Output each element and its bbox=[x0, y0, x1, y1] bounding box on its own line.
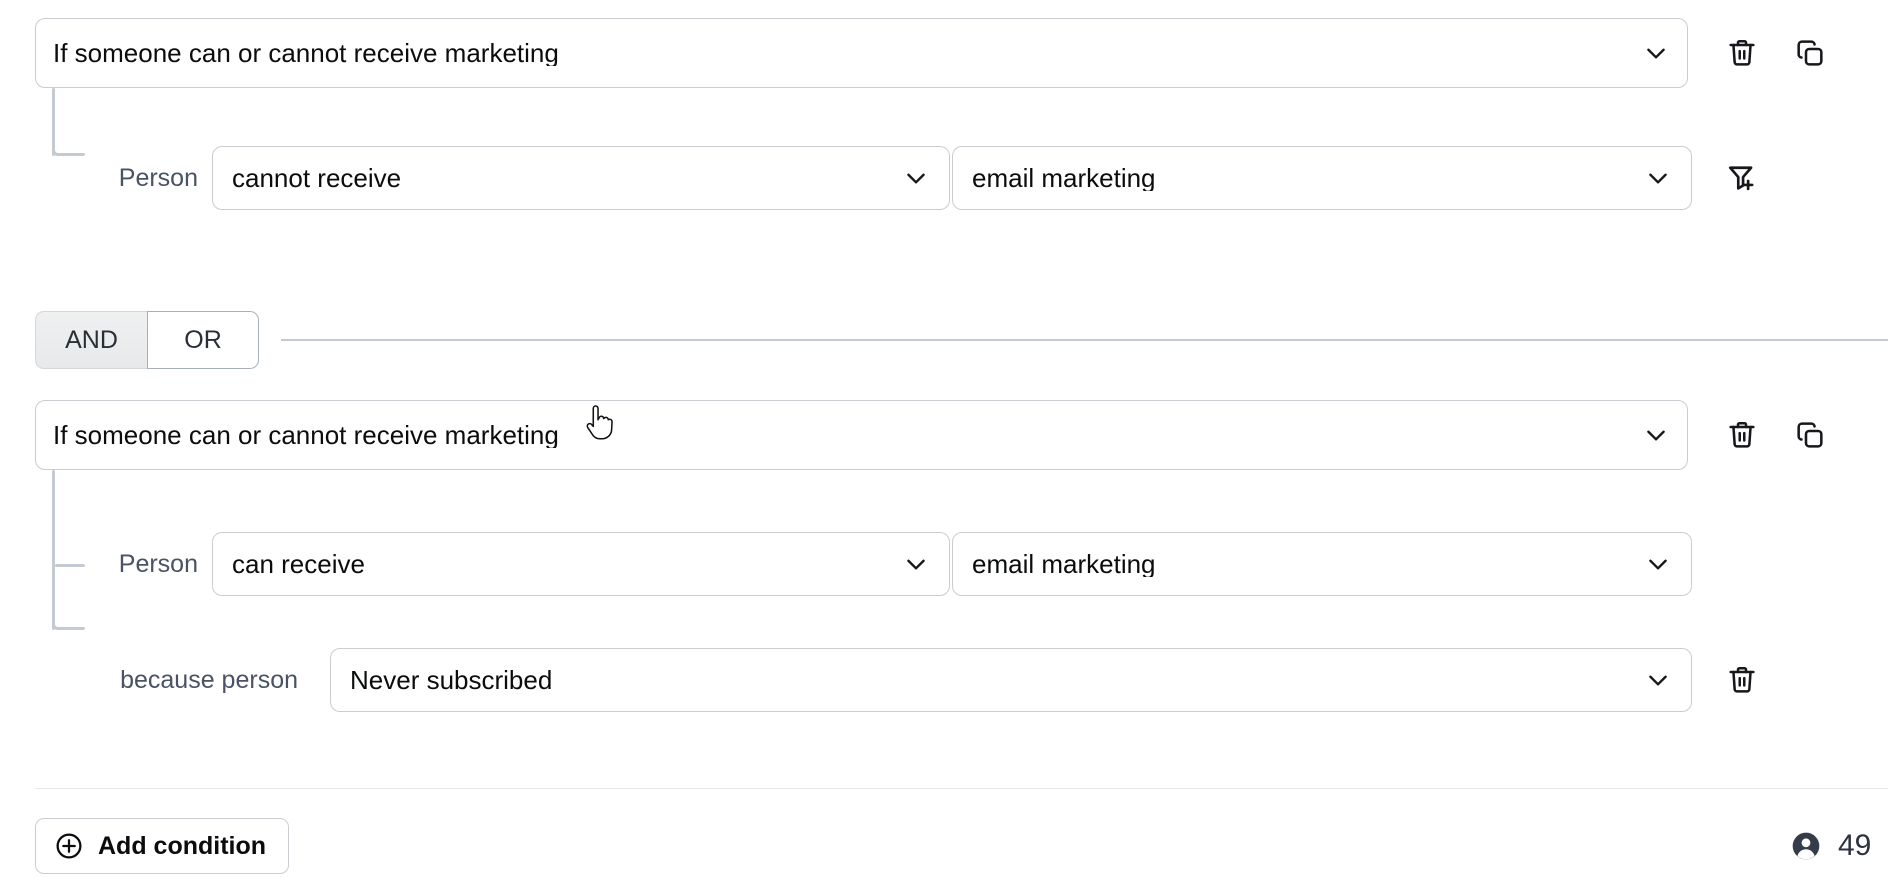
condition-2-row-1-channel-value: email marketing bbox=[972, 551, 1645, 577]
condition-2-row-1: Person can receive email marketing bbox=[0, 532, 1888, 596]
condition-1-row-1-prefix-label: Person bbox=[98, 166, 198, 191]
condition-2-delete-button[interactable] bbox=[1722, 415, 1762, 455]
person-circle-icon bbox=[1790, 830, 1822, 862]
condition-1-header-label: If someone can or cannot receive marketi… bbox=[53, 40, 1643, 66]
chevron-down-icon bbox=[1643, 40, 1669, 66]
condition-1-row-1-receive-state-select[interactable]: cannot receive bbox=[212, 146, 950, 210]
add-condition-label: Add condition bbox=[98, 834, 266, 859]
condition-1-header-select[interactable]: If someone can or cannot receive marketi… bbox=[35, 18, 1688, 88]
condition-1-row-1-receive-state-value: cannot receive bbox=[232, 165, 903, 191]
condition-builder-canvas: If someone can or cannot receive marketi… bbox=[0, 0, 1888, 878]
condition-2-header-select[interactable]: If someone can or cannot receive marketi… bbox=[35, 400, 1688, 470]
condition-2-header-label: If someone can or cannot receive marketi… bbox=[53, 422, 1643, 448]
person-count: 49 bbox=[1790, 830, 1871, 862]
logic-option-and[interactable]: AND bbox=[35, 311, 147, 369]
logic-option-or[interactable]: OR bbox=[147, 311, 259, 369]
person-count-value: 49 bbox=[1838, 831, 1871, 861]
condition-1-row-1-channel-select[interactable]: email marketing bbox=[952, 146, 1692, 210]
chevron-down-icon bbox=[903, 551, 929, 577]
chevron-down-icon bbox=[1645, 667, 1671, 693]
tree-branch-2 bbox=[61, 627, 85, 630]
condition-2-row-1-receive-state-select[interactable]: can receive bbox=[212, 532, 950, 596]
logic-divider-line bbox=[281, 339, 1888, 341]
chevron-down-icon bbox=[1645, 551, 1671, 577]
condition-block-2: If someone can or cannot receive marketi… bbox=[0, 400, 1888, 750]
condition-2-row-2: because person Never subscribed bbox=[0, 648, 1888, 712]
condition-2-row-1-receive-state-value: can receive bbox=[232, 551, 903, 577]
footer-divider bbox=[35, 788, 1888, 789]
condition-2-row-2-delete-filter-button[interactable] bbox=[1722, 660, 1762, 700]
condition-1-delete-button[interactable] bbox=[1722, 33, 1762, 73]
condition-2-duplicate-button[interactable] bbox=[1790, 415, 1830, 455]
chevron-down-icon bbox=[903, 165, 929, 191]
chevron-down-icon bbox=[1645, 165, 1671, 191]
condition-block-1: If someone can or cannot receive marketi… bbox=[0, 0, 1888, 300]
add-condition-button[interactable]: Add condition bbox=[35, 818, 289, 874]
logic-toggle-row: AND OR bbox=[35, 311, 1888, 369]
condition-1-duplicate-button[interactable] bbox=[1790, 33, 1830, 73]
condition-1-row-1-channel-value: email marketing bbox=[972, 165, 1645, 191]
condition-1-row-1: Person cannot receive email marketing bbox=[0, 146, 1888, 210]
condition-1-row-1-add-filter-button[interactable] bbox=[1722, 158, 1762, 198]
plus-circle-icon bbox=[54, 831, 84, 861]
chevron-down-icon bbox=[1643, 422, 1669, 448]
condition-2-row-2-prefix-label: because person bbox=[98, 668, 298, 693]
condition-2-row-1-channel-select[interactable]: email marketing bbox=[952, 532, 1692, 596]
condition-2-row-1-prefix-label: Person bbox=[98, 552, 198, 577]
and-or-toggle[interactable]: AND OR bbox=[35, 311, 259, 369]
condition-2-row-2-reason-select[interactable]: Never subscribed bbox=[330, 648, 1692, 712]
condition-2-row-2-reason-value: Never subscribed bbox=[350, 667, 1645, 693]
